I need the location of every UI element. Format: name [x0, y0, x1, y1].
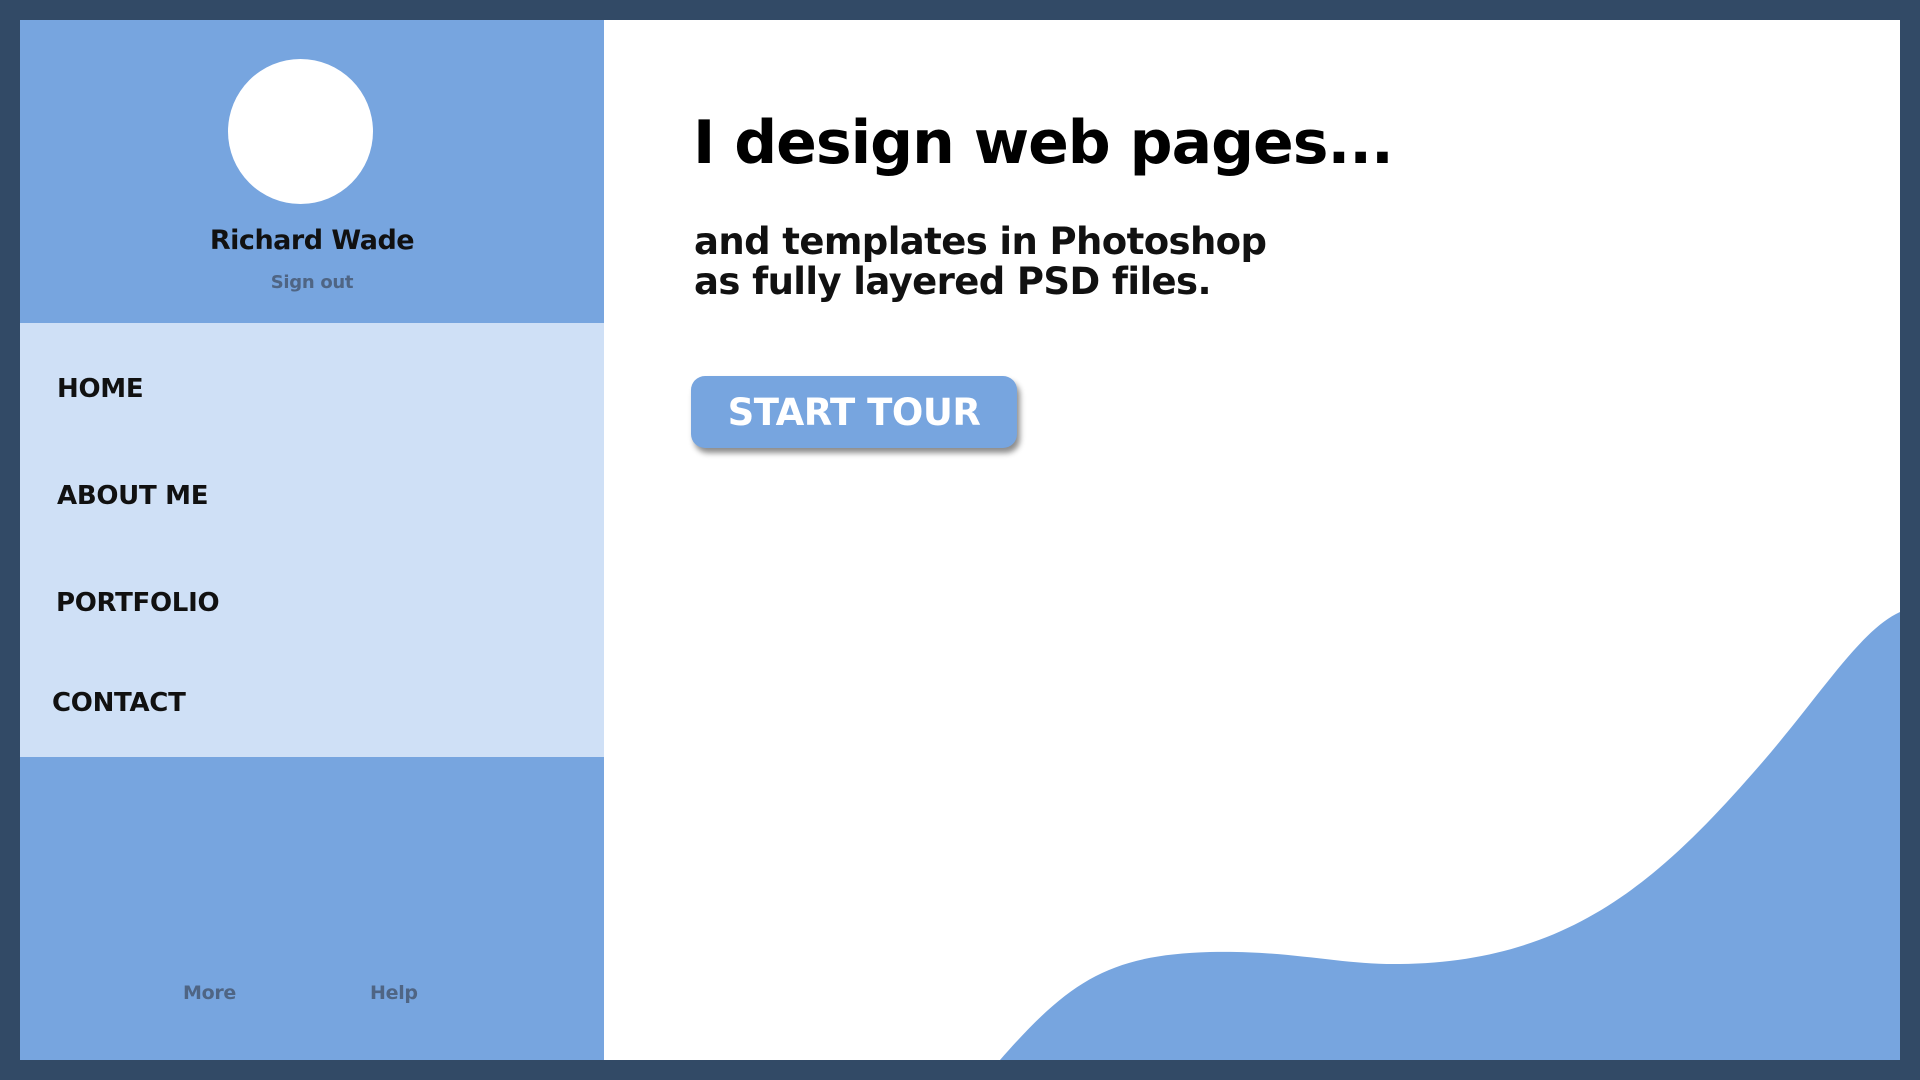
nav-item-about-me[interactable]: ABOUT ME [57, 481, 208, 511]
start-tour-button[interactable]: START TOUR [691, 376, 1017, 448]
page-heading: I design web pages... [693, 108, 1394, 178]
subheading-line-1: and templates in Photoshop [694, 220, 1267, 263]
nav-item-contact[interactable]: CONTACT [52, 688, 186, 718]
nav-item-portfolio[interactable]: PORTFOLIO [56, 588, 220, 618]
nav-item-home[interactable]: HOME [57, 374, 144, 404]
subheading-line-2: as fully layered PSD files. [694, 260, 1212, 303]
sidebar: Richard Wade Sign out HOME ABOUT ME PORT… [20, 20, 604, 1060]
help-link[interactable]: Help [370, 982, 418, 1004]
nav-menu: HOME ABOUT ME PORTFOLIO CONTACT [20, 323, 604, 757]
avatar [228, 59, 373, 204]
app-frame: Richard Wade Sign out HOME ABOUT ME PORT… [20, 20, 1900, 1060]
user-name: Richard Wade [209, 225, 415, 256]
wave-shape [1000, 612, 1900, 1060]
more-link[interactable]: More [183, 982, 236, 1004]
sign-out-link[interactable]: Sign out [20, 272, 604, 293]
profile-panel: Richard Wade Sign out [20, 20, 604, 323]
